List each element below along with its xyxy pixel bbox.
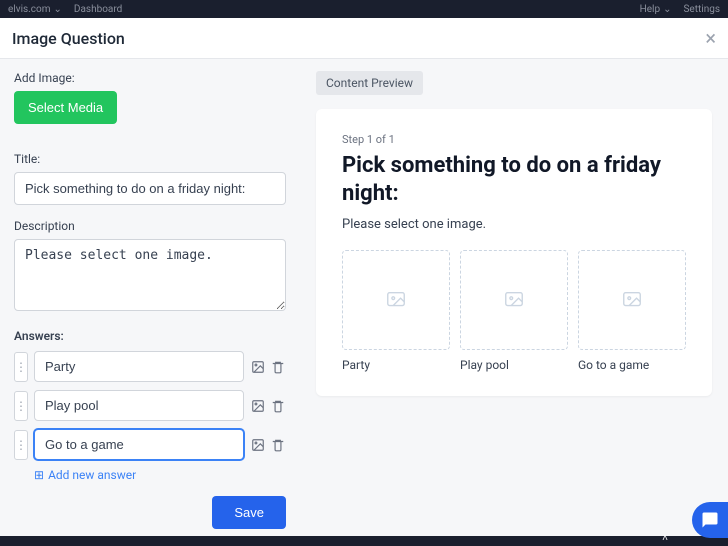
image-icon[interactable]: [250, 359, 266, 375]
editor-panel: Add Image: Select Media Title: Descripti…: [0, 59, 300, 546]
option-label: Party: [342, 358, 450, 372]
image-question-modal: Image Question × Add Image: Select Media…: [0, 18, 728, 546]
add-answer-button[interactable]: ⊞ Add new answer: [34, 468, 286, 482]
trash-icon[interactable]: [270, 437, 286, 453]
add-image-label: Add Image:: [14, 71, 286, 85]
trash-icon[interactable]: [270, 398, 286, 414]
select-media-button[interactable]: Select Media: [14, 91, 117, 124]
description-label: Description: [14, 219, 286, 233]
option-label: Go to a game: [578, 358, 686, 372]
drag-handle-icon[interactable]: ⋮: [14, 352, 28, 382]
chat-widget-button[interactable]: [692, 502, 728, 538]
nav-dashboard[interactable]: Dashboard: [74, 4, 122, 15]
caret-up-icon[interactable]: ˄: [662, 533, 668, 544]
modal-body: Add Image: Select Media Title: Descripti…: [0, 59, 728, 546]
option-image-placeholder[interactable]: [578, 250, 686, 350]
image-icon[interactable]: [250, 398, 266, 414]
option-image-placeholder[interactable]: [460, 250, 568, 350]
close-button[interactable]: ×: [705, 28, 716, 48]
option-image-placeholder[interactable]: [342, 250, 450, 350]
chevron-down-icon: ⌄: [54, 4, 62, 15]
image-icon[interactable]: [250, 437, 266, 453]
preview-option: Go to a game: [578, 250, 686, 372]
answer-row: ⋮: [14, 351, 286, 382]
drag-handle-icon[interactable]: ⋮: [14, 391, 28, 421]
image-placeholder-icon: [501, 289, 527, 311]
title-label: Title:: [14, 152, 286, 166]
option-label: Play pool: [460, 358, 568, 372]
answers-label: Answers:: [14, 329, 286, 343]
preview-option: Party: [342, 250, 450, 372]
trash-icon[interactable]: [270, 359, 286, 375]
plus-icon: ⊞: [34, 468, 44, 482]
preview-card: Step 1 of 1 Pick something to do on a fr…: [316, 109, 712, 396]
preview-description: Please select one image.: [342, 217, 686, 232]
modal-header: Image Question ×: [0, 18, 728, 59]
title-input[interactable]: [14, 172, 286, 205]
step-indicator: Step 1 of 1: [342, 133, 686, 146]
preview-options: Party Play pool Go to a game: [342, 250, 686, 372]
answer-input-0[interactable]: [34, 351, 244, 382]
drag-handle-icon[interactable]: ⋮: [14, 430, 28, 460]
site-dropdown[interactable]: elvis.com ⌄: [8, 4, 62, 15]
description-input[interactable]: [14, 239, 286, 311]
answer-row: ⋮: [14, 390, 286, 421]
nav-help[interactable]: Help ⌄: [640, 4, 672, 15]
app-topbar: elvis.com ⌄ Dashboard Help ⌄ Settings: [0, 0, 728, 18]
image-placeholder-icon: [383, 289, 409, 311]
chevron-down-icon: ⌄: [663, 4, 671, 15]
chat-icon: [701, 511, 719, 529]
preview-panel: Content Preview Step 1 of 1 Pick somethi…: [300, 59, 728, 546]
nav-settings[interactable]: Settings: [683, 4, 720, 15]
preview-title: Pick something to do on a friday night:: [342, 152, 686, 207]
answer-input-1[interactable]: [34, 390, 244, 421]
image-placeholder-icon: [619, 289, 645, 311]
answer-row: ⋮: [14, 429, 286, 460]
preview-option: Play pool: [460, 250, 568, 372]
answer-input-2[interactable]: [34, 429, 244, 460]
modal-title: Image Question: [12, 29, 125, 48]
footer-bar: [0, 536, 728, 546]
content-preview-tab[interactable]: Content Preview: [316, 71, 423, 95]
save-button[interactable]: Save: [212, 496, 286, 529]
